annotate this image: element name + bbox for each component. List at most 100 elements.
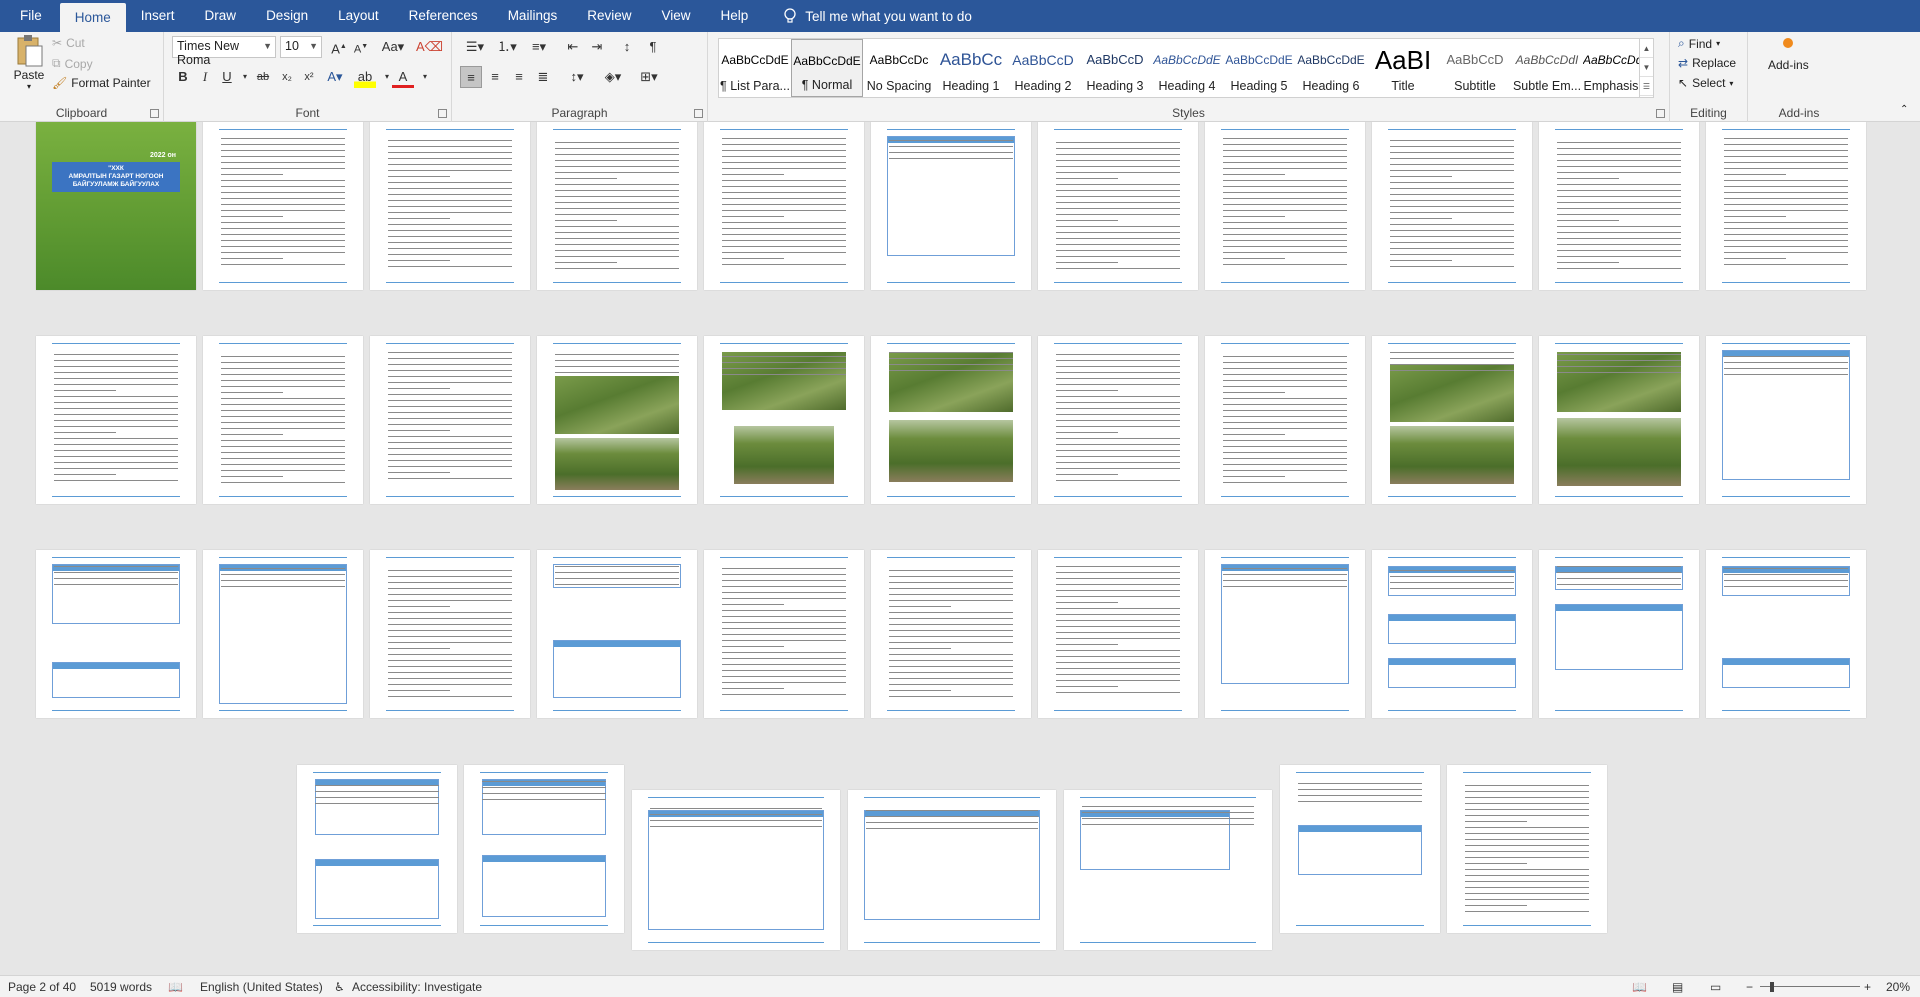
find-button[interactable]: ⌕ Find ▾ [1678, 36, 1720, 51]
zoom-out-icon[interactable]: − [1746, 980, 1753, 994]
style-title[interactable]: AaBI Title [1367, 39, 1439, 97]
clipboard-launcher[interactable] [150, 109, 159, 118]
paste-button[interactable]: Paste ▾ [10, 34, 48, 91]
page-thumbnail[interactable] [871, 336, 1031, 504]
strikethrough-icon[interactable]: ab [252, 66, 274, 88]
style-normal[interactable]: AaBbCcDdE ¶ Normal [791, 39, 863, 97]
page-thumbnail[interactable] [537, 550, 697, 718]
page-thumbnail[interactable] [203, 336, 363, 504]
style-heading-4[interactable]: AaBbCcDdE Heading 4 [1151, 39, 1223, 97]
increase-indent-icon[interactable]: ⇥ [586, 36, 608, 58]
clear-formatting-icon[interactable]: A⌫ [416, 36, 443, 58]
page-thumbnail[interactable] [370, 550, 530, 718]
page-thumbnail[interactable] [871, 122, 1031, 290]
style-heading-3[interactable]: AaBbCcD Heading 3 [1079, 39, 1151, 97]
page-thumbnail[interactable] [1280, 765, 1440, 933]
page-thumbnail[interactable]: 2022 он "ХХК АМРАЛТЫН ГАЗАРТ НОГООН БАЙГУ… [36, 122, 196, 290]
page-thumbnail[interactable] [1706, 336, 1866, 504]
page-thumbnail[interactable] [537, 336, 697, 504]
cut-button[interactable]: ✂ Cut [52, 36, 85, 50]
grow-font-icon[interactable]: A▲ [328, 36, 350, 58]
font-size-combo[interactable]: 10 ▼ [280, 36, 322, 58]
shading-icon[interactable]: ◈▾ [598, 66, 628, 88]
replace-button[interactable]: ⇄ Replace [1678, 56, 1736, 70]
web-layout-icon[interactable]: ▭ [1710, 980, 1721, 994]
read-mode-icon[interactable]: 📖 [1632, 980, 1647, 994]
line-spacing-icon[interactable]: ↕▾ [562, 66, 592, 88]
tab-insert[interactable]: Insert [126, 0, 190, 32]
numbering-icon[interactable]: ⒈▾ [492, 36, 522, 58]
page-thumbnail[interactable] [370, 122, 530, 290]
superscript-icon[interactable]: x² [298, 66, 320, 88]
language-status[interactable]: English (United States) [200, 980, 323, 994]
page-thumbnail[interactable] [537, 122, 697, 290]
highlight-icon[interactable]: ab [354, 66, 376, 88]
accessibility-status[interactable]: Accessibility: Investigate [352, 980, 482, 994]
zoom-level[interactable]: 20% [1886, 980, 1910, 994]
tab-review[interactable]: Review [572, 0, 646, 32]
page-thumbnail[interactable] [1064, 790, 1272, 950]
justify-icon[interactable]: ≣ [532, 66, 554, 88]
text-effects-icon[interactable]: A▾ [324, 66, 346, 88]
page-count[interactable]: Page 2 of 40 [8, 980, 76, 994]
page-thumbnail[interactable] [1038, 550, 1198, 718]
zoom-slider[interactable] [1760, 986, 1860, 987]
align-center-icon[interactable]: ≡ [484, 66, 506, 88]
page-thumbnail[interactable] [1372, 550, 1532, 718]
shrink-font-icon[interactable]: A▼ [350, 36, 372, 58]
font-color-icon[interactable]: A [392, 66, 414, 88]
align-right-icon[interactable]: ≡ [508, 66, 530, 88]
page-thumbnail[interactable] [632, 790, 840, 950]
document-area[interactable]: 2022 он "ХХК АМРАЛТЫН ГАЗАРТ НОГООН БАЙГУ… [0, 122, 1920, 975]
chevron-down-icon[interactable]: ▼ [1640, 58, 1653, 77]
page-thumbnail[interactable] [1447, 765, 1607, 933]
page-thumbnail[interactable] [297, 765, 457, 933]
decrease-indent-icon[interactable]: ⇤ [562, 36, 584, 58]
select-button[interactable]: ↖ Select ▾ [1678, 76, 1733, 90]
page-thumbnail[interactable] [1706, 122, 1866, 290]
style-subtitle[interactable]: AaBbCcD Subtitle [1439, 39, 1511, 97]
font-name-combo[interactable]: Times New Roma ▼ [172, 36, 276, 67]
page-thumbnail[interactable] [1372, 122, 1532, 290]
copy-button[interactable]: ⧉ Copy [52, 56, 93, 71]
gallery-scroll[interactable]: ▲ ▼ ☰ [1639, 39, 1653, 97]
page-thumbnail[interactable] [1539, 550, 1699, 718]
multilevel-list-icon[interactable]: ≡▾ [524, 36, 554, 58]
page-thumbnail[interactable] [36, 550, 196, 718]
page-thumbnail[interactable] [370, 336, 530, 504]
align-left-icon[interactable]: ≡ [460, 66, 482, 88]
gallery-more-icon[interactable]: ☰ [1640, 77, 1653, 96]
font-color-dropdown-icon[interactable]: ▾ [414, 66, 436, 88]
tell-me-box[interactable]: Tell me what you want to do [783, 0, 972, 32]
proofing-icon[interactable]: 📖 [168, 980, 183, 994]
page-thumbnail[interactable] [1038, 122, 1198, 290]
tab-file[interactable]: File [0, 0, 60, 32]
word-count[interactable]: 5019 words [90, 980, 152, 994]
page-thumbnail[interactable] [203, 122, 363, 290]
bullets-icon[interactable]: ☰▾ [460, 36, 490, 58]
accessibility-icon[interactable]: ♿ [334, 980, 345, 994]
tab-home[interactable]: Home [59, 3, 126, 32]
page-thumbnail[interactable] [1372, 336, 1532, 504]
style-list-paragraph[interactable]: AaBbCcDdE ¶ List Para... [719, 39, 791, 97]
style-heading-5[interactable]: AaBbCcDdE Heading 5 [1223, 39, 1295, 97]
page-thumbnail[interactable] [704, 122, 864, 290]
italic-icon[interactable]: I [194, 66, 216, 88]
change-case-icon[interactable]: Aa▾ [378, 36, 408, 58]
borders-icon[interactable]: ⊞▾ [634, 66, 664, 88]
tab-layout[interactable]: Layout [323, 0, 394, 32]
tab-view[interactable]: View [646, 0, 705, 32]
page-thumbnail[interactable] [1205, 550, 1365, 718]
chevron-up-icon[interactable]: ▲ [1640, 39, 1653, 58]
font-launcher[interactable] [438, 109, 447, 118]
page-thumbnail[interactable] [1205, 336, 1365, 504]
page-thumbnail[interactable] [1539, 336, 1699, 504]
page-thumbnail[interactable] [704, 550, 864, 718]
page-thumbnail[interactable] [203, 550, 363, 718]
tab-draw[interactable]: Draw [190, 0, 252, 32]
tab-help[interactable]: Help [706, 0, 764, 32]
paragraph-launcher[interactable] [694, 109, 703, 118]
format-painter-button[interactable]: 🖌 Format Painter [52, 76, 151, 90]
print-layout-icon[interactable]: ▤ [1672, 980, 1683, 994]
collapse-ribbon-icon[interactable]: ⌃ [1900, 104, 1908, 115]
